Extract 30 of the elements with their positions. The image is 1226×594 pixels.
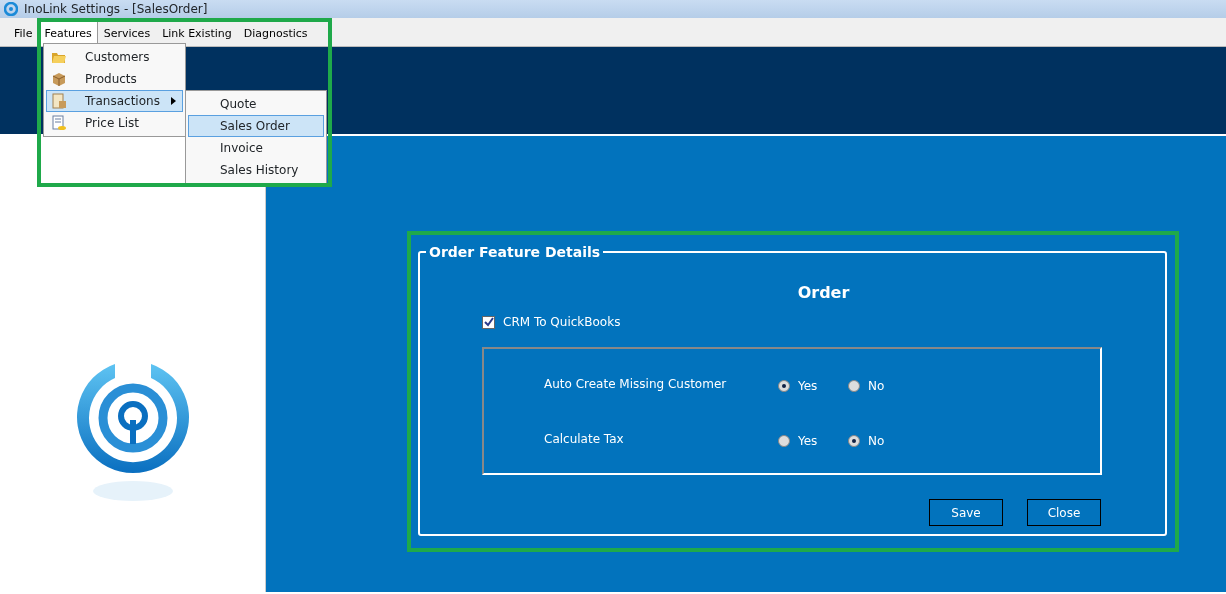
radio-button[interactable] [778, 435, 790, 447]
save-button[interactable]: Save [929, 499, 1003, 526]
radio-label: Yes [798, 433, 818, 450]
close-button[interactable]: Close [1027, 499, 1101, 526]
menu-item[interactable]: Quote [188, 93, 324, 115]
menu-item[interactable]: Diagnostics [237, 18, 314, 46]
menu-item[interactable]: Customers [46, 46, 183, 68]
radio-button[interactable] [848, 435, 860, 447]
checkbox[interactable] [482, 315, 495, 329]
option-label: Calculate Tax [544, 431, 625, 448]
radio-button[interactable] [848, 380, 860, 392]
menu-item[interactable]: Invoice [188, 137, 324, 159]
radio-label: No [868, 433, 885, 450]
radio-label: Yes [798, 378, 818, 395]
checkbox-label: CRM To QuickBooks [503, 314, 621, 331]
radio-label: No [868, 378, 885, 395]
option-label: Auto Create Missing Customer [544, 376, 728, 393]
menu-item[interactable]: Price List [46, 112, 183, 134]
menu-item[interactable]: Transactions [46, 90, 183, 112]
window-title: InoLink Settings - [SalesOrder] [24, 1, 208, 18]
menu-item[interactable]: Sales History [188, 159, 324, 181]
list-icon [51, 115, 67, 131]
document-icon [51, 93, 67, 109]
box-icon [51, 71, 67, 87]
menu-item[interactable]: Sales Order [188, 115, 324, 137]
app-icon [4, 2, 18, 16]
menu-item[interactable]: File [8, 18, 39, 46]
radio-button[interactable] [778, 380, 790, 392]
section-heading: Order [796, 282, 851, 304]
menu-item[interactable]: Products [46, 68, 183, 90]
